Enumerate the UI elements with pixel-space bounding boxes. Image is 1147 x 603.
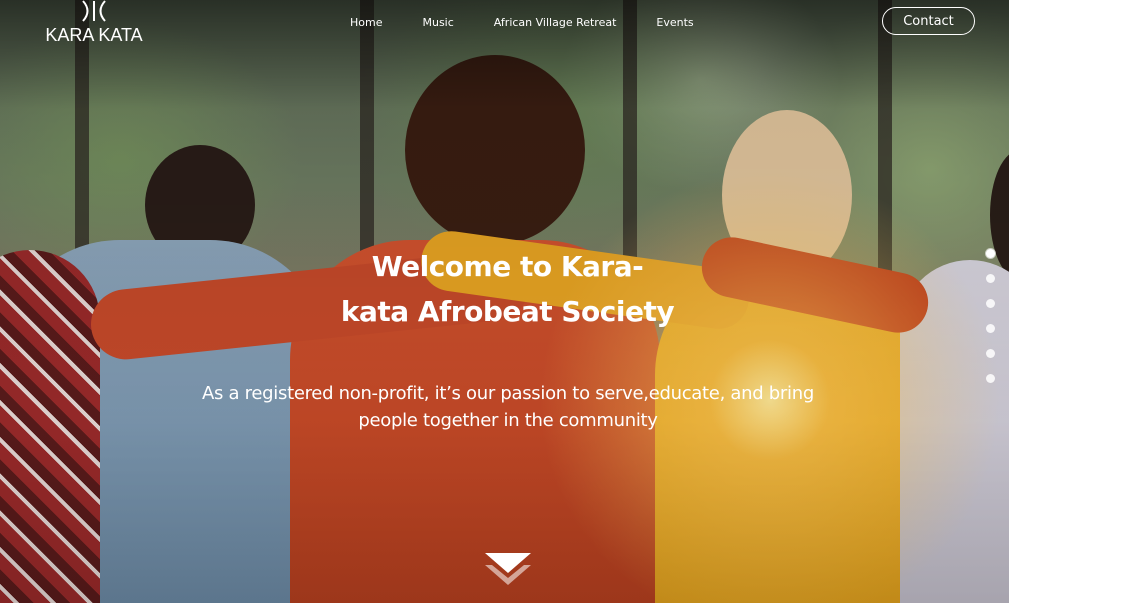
logo-text: KARA KATA — [45, 25, 143, 45]
chevron-down-icon[interactable] — [484, 552, 532, 588]
nav-item-african-village-retreat[interactable]: African Village Retreat — [494, 16, 617, 30]
logo-mark-icon — [82, 0, 106, 22]
hero-headline-line-1: Welcome to Kara- — [371, 250, 644, 283]
nav-item-home[interactable]: Home — [350, 16, 382, 30]
slider-dot[interactable] — [986, 299, 995, 308]
nav-item-events[interactable]: Events — [656, 16, 693, 30]
nav-item-music[interactable]: Music — [422, 16, 453, 30]
slider-pagination — [986, 249, 998, 399]
hero-headline-line-2: kata Afrobeat Society — [340, 295, 675, 328]
brand-logo[interactable]: KARA KATA — [44, 0, 144, 46]
hero-headline: Welcome to Kara- kata Afrobeat Society — [320, 244, 695, 334]
hero-subtext-line-2: people together in the community — [358, 410, 658, 431]
slider-dot[interactable] — [986, 274, 995, 283]
main-nav: Home Music African Village Retreat Event… — [350, 16, 734, 30]
hero-subtext: As a registered non-profit, it’s our pas… — [190, 380, 826, 434]
slider-dot[interactable] — [986, 374, 995, 383]
hero-section: KARA KATA Home Music African Village Ret… — [0, 0, 1009, 603]
slider-dot[interactable] — [986, 349, 995, 358]
hero-subtext-line-1: As a registered non-profit, it’s our pas… — [202, 383, 814, 404]
slider-dot[interactable] — [986, 324, 995, 333]
contact-button[interactable]: Contact — [882, 7, 975, 35]
slider-dot[interactable] — [986, 249, 995, 258]
